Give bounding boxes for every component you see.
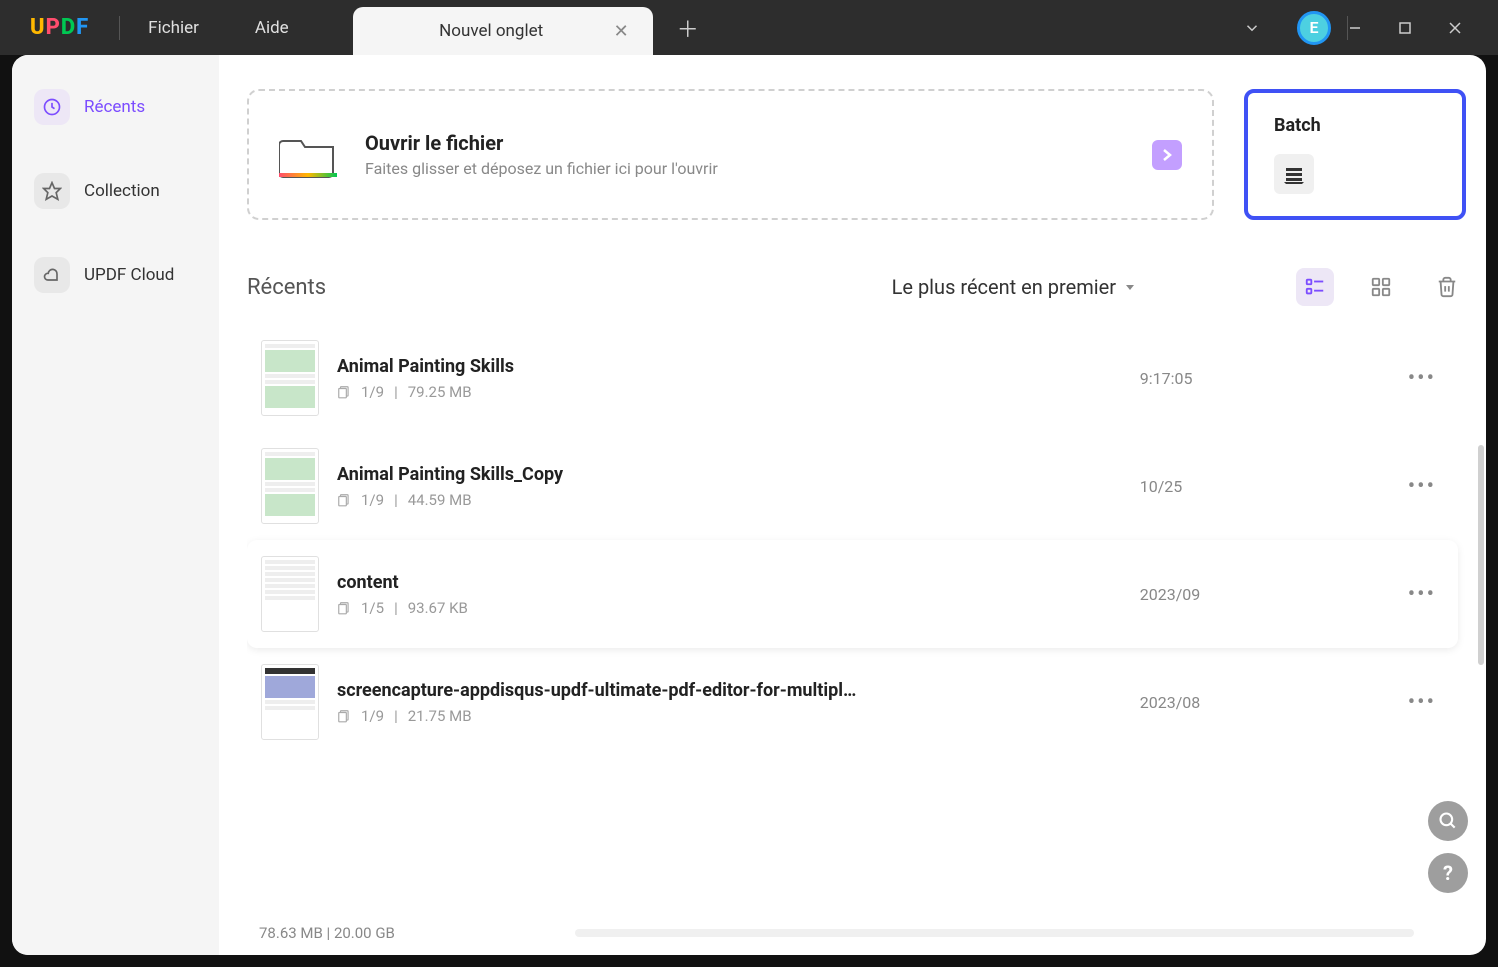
help-button[interactable]: ? — [1428, 853, 1468, 893]
file-meta: 1/9|79.25 MB — [337, 383, 1140, 401]
help-icon: ? — [1443, 861, 1453, 885]
maximize-button[interactable] — [1398, 21, 1448, 35]
file-thumbnail — [261, 664, 319, 740]
batch-card: Batch — [1244, 89, 1466, 220]
file-row[interactable]: Animal Painting Skills_Copy 1/9|44.59 MB… — [247, 432, 1458, 540]
file-meta: 1/5|93.67 KB — [337, 599, 1140, 617]
clock-icon — [34, 89, 70, 125]
file-row[interactable]: Animal Painting Skills 1/9|79.25 MB 9:17… — [247, 324, 1458, 432]
open-file-subtitle: Faites glisser et déposez un fichier ici… — [365, 159, 1124, 178]
file-name: Animal Painting Skills — [337, 356, 857, 377]
file-thumbnail — [261, 448, 319, 524]
file-date: 10/25 — [1140, 477, 1400, 496]
file-thumbnail — [261, 340, 319, 416]
file-meta: 1/9|21.75 MB — [337, 707, 1140, 725]
open-file-card[interactable]: Ouvrir le fichier Faites glisser et dépo… — [247, 89, 1214, 220]
sidebar-item-recents[interactable]: Récents — [26, 79, 205, 135]
stack-icon — [1282, 162, 1306, 186]
file-date: 2023/08 — [1140, 693, 1400, 712]
grid-view-button[interactable] — [1362, 268, 1400, 306]
search-button[interactable] — [1428, 801, 1468, 841]
pages-icon — [337, 709, 351, 723]
delete-button[interactable] — [1428, 268, 1466, 306]
file-more-button[interactable]: ••• — [1400, 358, 1444, 399]
recents-heading: Récents — [247, 275, 326, 300]
file-more-button[interactable]: ••• — [1400, 682, 1444, 723]
file-date: 2023/09 — [1140, 585, 1400, 604]
tab-new[interactable]: Nouvel onglet ✕ — [353, 7, 653, 55]
close-icon[interactable]: ✕ — [610, 17, 633, 46]
file-row[interactable]: content 1/5|93.67 KB 2023/09 ••• — [247, 540, 1458, 648]
main-content: Ouvrir le fichier Faites glisser et dépo… — [219, 55, 1486, 955]
list-icon — [1304, 276, 1326, 298]
folder-icon — [279, 131, 337, 179]
file-date: 9:17:05 — [1140, 369, 1400, 388]
storage-bar — [575, 929, 1414, 937]
file-row[interactable]: screencapture-appdisqus-updf-ultimate-pd… — [247, 648, 1458, 756]
file-thumbnail — [261, 556, 319, 632]
chevron-down-icon[interactable] — [1223, 19, 1281, 37]
star-icon — [34, 173, 70, 209]
file-more-button[interactable]: ••• — [1400, 574, 1444, 615]
open-arrow-button[interactable] — [1152, 140, 1182, 170]
app-logo: UPDF — [0, 15, 119, 40]
footer: 78.63 MB | 20.00 GB — [247, 911, 1466, 955]
pages-icon — [337, 601, 351, 615]
search-icon — [1438, 811, 1458, 831]
menu-help[interactable]: Aide — [227, 18, 317, 38]
pages-icon — [337, 385, 351, 399]
titlebar: UPDF Fichier Aide Nouvel onglet ✕ ＋ E — [0, 0, 1498, 55]
file-name: content — [337, 572, 857, 593]
trash-icon — [1436, 276, 1458, 298]
grid-icon — [1370, 276, 1392, 298]
sidebar-item-label: Collection — [84, 181, 160, 201]
sidebar-item-label: UPDF Cloud — [84, 265, 174, 285]
triangle-down-icon — [1124, 281, 1136, 293]
sidebar-item-collection[interactable]: Collection — [26, 163, 205, 219]
list-view-button[interactable] — [1296, 268, 1334, 306]
tab-add-button[interactable]: ＋ — [653, 12, 723, 44]
scrollbar[interactable] — [1478, 445, 1484, 665]
file-list: Animal Painting Skills 1/9|79.25 MB 9:17… — [247, 324, 1466, 911]
menu-file[interactable]: Fichier — [120, 18, 227, 38]
sidebar-item-label: Récents — [84, 97, 145, 117]
sidebar: Récents Collection UPDF Cloud — [12, 55, 219, 955]
cloud-icon — [34, 257, 70, 293]
open-file-title: Ouvrir le fichier — [365, 131, 1124, 155]
close-button[interactable] — [1448, 21, 1498, 35]
file-name: Animal Painting Skills_Copy — [337, 464, 857, 485]
sort-dropdown[interactable]: Le plus récent en premier — [892, 275, 1136, 299]
file-name: screencapture-appdisqus-updf-ultimate-pd… — [337, 680, 857, 701]
tab-title: Nouvel onglet — [373, 21, 610, 41]
file-meta: 1/9|44.59 MB — [337, 491, 1140, 509]
avatar[interactable]: E — [1297, 11, 1331, 45]
batch-combine-button[interactable] — [1274, 154, 1314, 194]
batch-title: Batch — [1274, 115, 1436, 136]
storage-text: 78.63 MB | 20.00 GB — [259, 924, 395, 942]
minimize-button[interactable] — [1348, 21, 1398, 35]
file-more-button[interactable]: ••• — [1400, 466, 1444, 507]
sidebar-item-cloud[interactable]: UPDF Cloud — [26, 247, 205, 303]
pages-icon — [337, 493, 351, 507]
